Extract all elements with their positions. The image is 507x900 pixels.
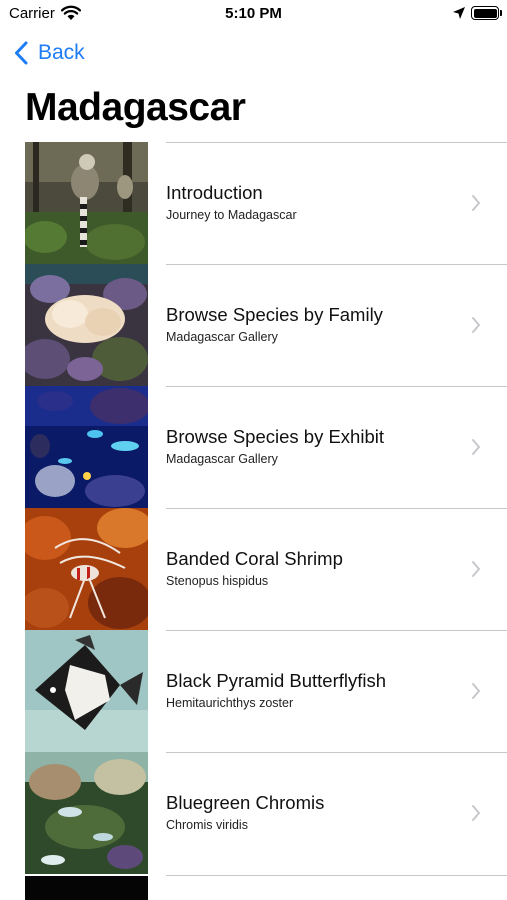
- item-subtitle: Hemitaurichthys zoster: [166, 696, 294, 710]
- item-subtitle: Chromis viridis: [166, 818, 248, 832]
- shrimp-photo: [25, 508, 148, 630]
- chevron-right-icon: [472, 683, 480, 699]
- coral-photo: [25, 264, 148, 386]
- location-arrow-icon: [453, 7, 465, 19]
- chevron-right-icon: [472, 317, 480, 333]
- item-title: Browse Species by Family: [166, 304, 383, 325]
- chevron-right-icon: [472, 439, 480, 455]
- list-item-black-pyramid-butterflyfish[interactable]: Black Pyramid Butterflyfish Hemitauricht…: [0, 630, 507, 752]
- list-item-introduction[interactable]: Introduction Journey to Madagascar: [0, 142, 507, 264]
- chromis-photo: [25, 752, 148, 874]
- separator: [166, 508, 507, 509]
- lemurs-photo: [25, 142, 148, 264]
- clock: 5:10 PM: [225, 5, 282, 22]
- back-label: Back: [38, 41, 85, 64]
- status-bar: Carrier 5:10 PM: [0, 0, 507, 30]
- back-button[interactable]: Back: [14, 38, 85, 68]
- item-title: Bluegreen Chromis: [166, 792, 325, 813]
- chevron-left-icon: [15, 41, 28, 65]
- separator: [166, 752, 507, 753]
- reef-tank-photo: [25, 386, 148, 508]
- separator: [166, 142, 507, 143]
- battery-icon: [471, 6, 499, 20]
- battery-tip: [500, 10, 502, 16]
- item-title: Introduction: [166, 182, 263, 203]
- list-item-bluegreen-chromis[interactable]: Bluegreen Chromis Chromis viridis: [0, 752, 507, 874]
- separator: [166, 264, 507, 265]
- item-subtitle: Madagascar Gallery: [166, 452, 278, 466]
- separator: [166, 386, 507, 387]
- item-subtitle: Madagascar Gallery: [166, 330, 278, 344]
- list-item-browse-by-exhibit[interactable]: Browse Species by Exhibit Madagascar Gal…: [0, 386, 507, 508]
- separator: [166, 875, 507, 876]
- separator: [166, 630, 507, 631]
- item-subtitle: Stenopus hispidus: [166, 574, 269, 588]
- next-item-photo-partial: [25, 876, 148, 900]
- item-title: Browse Species by Exhibit: [166, 426, 384, 447]
- chevron-right-icon: [472, 805, 480, 821]
- chevron-right-icon: [472, 561, 480, 577]
- butterflyfish-photo: [25, 630, 148, 752]
- menu-list: Introduction Journey to Madagascar Brows…: [0, 142, 507, 874]
- list-item-browse-by-family[interactable]: Browse Species by Family Madagascar Gall…: [0, 264, 507, 386]
- page-title: Madagascar: [25, 86, 246, 129]
- item-subtitle: Journey to Madagascar: [166, 208, 297, 222]
- item-title: Banded Coral Shrimp: [166, 548, 343, 569]
- chevron-right-icon: [472, 195, 480, 211]
- list-item-banded-coral-shrimp[interactable]: Banded Coral Shrimp Stenopus hispidus: [0, 508, 507, 630]
- item-title: Black Pyramid Butterflyfish: [166, 670, 387, 691]
